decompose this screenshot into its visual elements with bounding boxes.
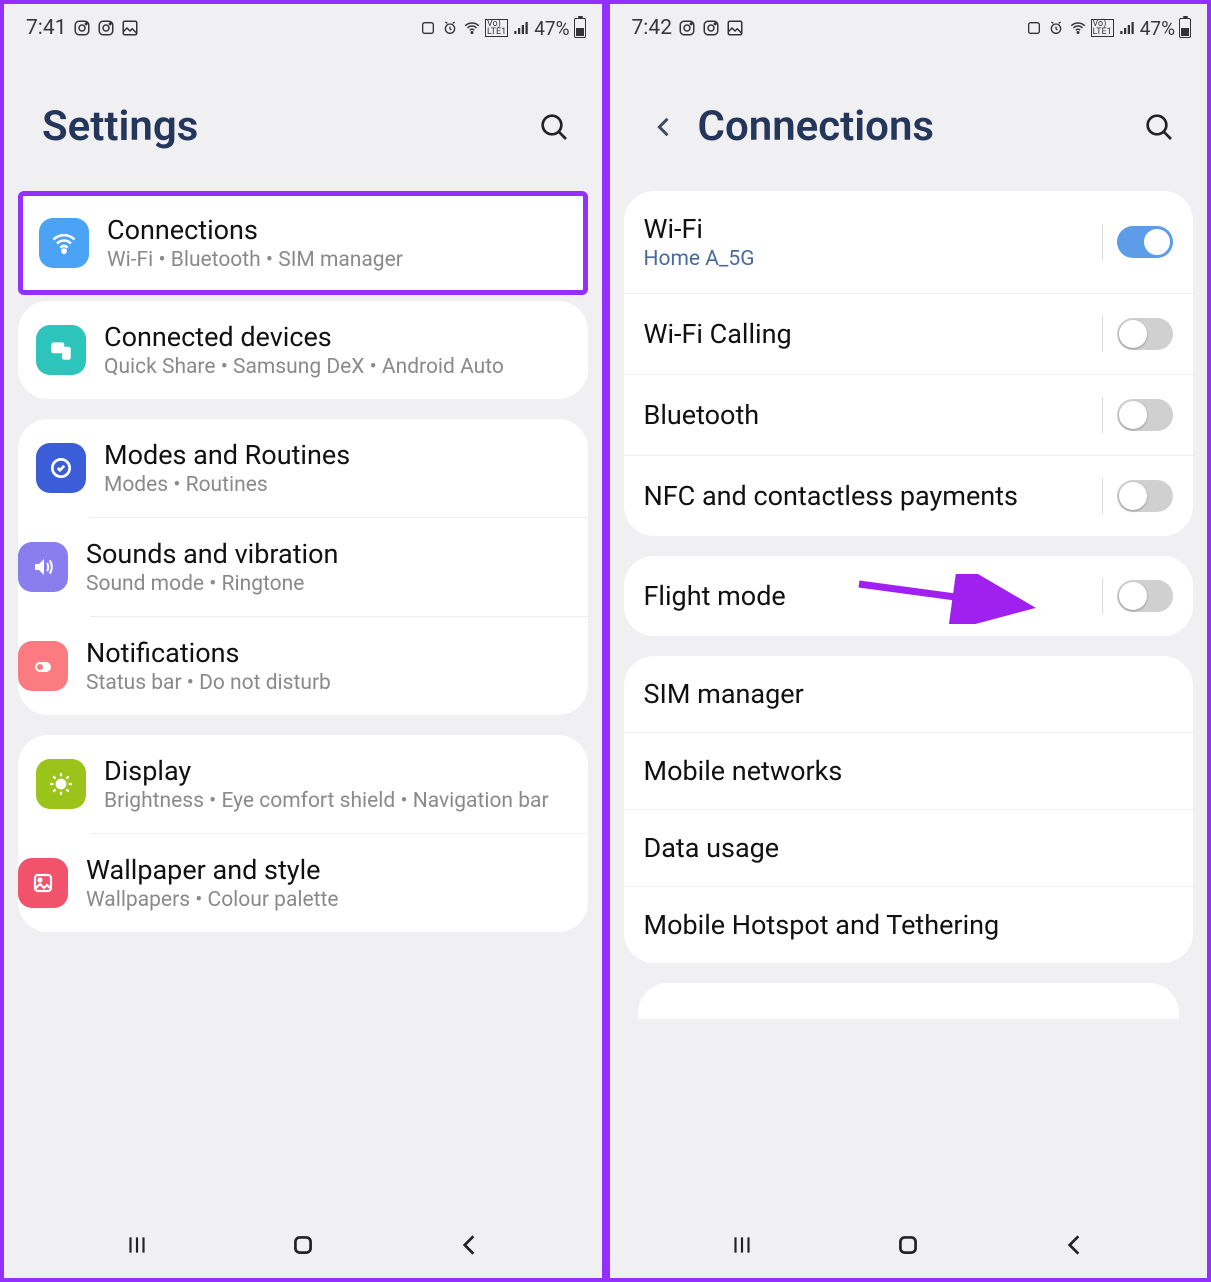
settings-item-notifications[interactable]: Notifications Status bar • Do not distur… — [90, 616, 588, 715]
alarm-icon — [1047, 19, 1065, 37]
signal-icon — [512, 19, 530, 37]
settings-item-modes[interactable]: Modes and Routines Modes • Routines — [18, 419, 588, 517]
conn-item-nfc[interactable]: NFC and contactless payments — [624, 455, 1194, 536]
page-title: Connections — [698, 102, 935, 151]
sound-icon — [18, 542, 68, 592]
conn-item-data-usage[interactable]: Data usage — [624, 809, 1194, 886]
flight-mode-toggle[interactable] — [1117, 580, 1173, 612]
settings-item-wallpaper[interactable]: Wallpaper and style Wallpapers • Colour … — [90, 833, 588, 932]
settings-item-connections[interactable]: Connections Wi-Fi • Bluetooth • SIM mana… — [18, 191, 588, 295]
connections-header: Connections — [610, 52, 1208, 191]
back-button[interactable] — [648, 111, 680, 143]
wifi-status-icon — [1069, 19, 1087, 37]
instagram-icon — [73, 19, 91, 37]
recents-button[interactable] — [118, 1226, 156, 1264]
battery-pct: 47% — [1140, 17, 1175, 40]
home-button[interactable] — [284, 1226, 322, 1264]
instagram-icon — [678, 19, 696, 37]
conn-item-sim[interactable]: SIM manager — [624, 656, 1194, 732]
phone-settings: 7:41 Vo)LTE1 47% Settings — [0, 0, 606, 1282]
image-icon — [726, 19, 744, 37]
devices-icon — [36, 325, 86, 375]
next-card-peek — [638, 983, 1180, 1019]
conn-item-hotspot[interactable]: Mobile Hotspot and Tethering — [624, 886, 1194, 963]
settings-item-sub: Wi-Fi • Bluetooth • SIM manager — [107, 248, 567, 272]
instagram-icon — [702, 19, 720, 37]
battery-icon — [574, 18, 586, 38]
display-icon — [36, 759, 86, 809]
conn-item-mobile-networks[interactable]: Mobile networks — [624, 732, 1194, 809]
wifi-toggle[interactable] — [1117, 226, 1173, 258]
nav-bar — [610, 1218, 1208, 1278]
settings-item-title: Connections — [107, 214, 567, 246]
back-button[interactable] — [1055, 1226, 1093, 1264]
wifi-status-icon — [463, 19, 481, 37]
conn-item-wifi-calling[interactable]: Wi-Fi Calling — [624, 293, 1194, 374]
battery-icon — [1179, 18, 1191, 38]
settings-item-display[interactable]: Display Brightness • Eye comfort shield … — [18, 735, 588, 833]
conn-item-bluetooth[interactable]: Bluetooth — [624, 374, 1194, 455]
connections-list: Wi-Fi Home A_5G Wi-Fi Calling Bluetooth … — [610, 191, 1208, 1218]
nfc-toggle[interactable] — [1117, 480, 1173, 512]
status-bar: 7:41 Vo)LTE1 47% — [4, 4, 602, 52]
routines-icon — [36, 443, 86, 493]
volte-icon: Vo)LTE1 — [1091, 19, 1114, 37]
wifi-calling-toggle[interactable] — [1117, 318, 1173, 350]
settings-list: Connections Wi-Fi • Bluetooth • SIM mana… — [4, 191, 602, 1218]
settings-item-connected-devices[interactable]: Connected devices Quick Share • Samsung … — [18, 301, 588, 399]
battery-pct: 47% — [534, 17, 569, 40]
phone-connections: 7:42 Vo)LTE1 47% Connections — [606, 0, 1211, 1282]
notifications-icon — [18, 641, 68, 691]
home-button[interactable] — [889, 1226, 927, 1264]
wallpaper-icon — [18, 858, 68, 908]
bluetooth-toggle[interactable] — [1117, 399, 1173, 431]
nfc-icon — [1025, 19, 1043, 37]
status-bar: 7:42 Vo)LTE1 47% — [610, 4, 1208, 52]
instagram-icon — [97, 19, 115, 37]
conn-item-flight-mode[interactable]: Flight mode — [624, 556, 1194, 636]
nav-bar — [4, 1218, 602, 1278]
wifi-icon — [39, 218, 89, 268]
settings-item-sounds[interactable]: Sounds and vibration Sound mode • Ringto… — [90, 517, 588, 616]
signal-icon — [1118, 19, 1136, 37]
nfc-icon — [419, 19, 437, 37]
status-time: 7:41 — [26, 16, 67, 40]
alarm-icon — [441, 19, 459, 37]
search-button[interactable] — [534, 107, 574, 147]
search-button[interactable] — [1139, 107, 1179, 147]
recents-button[interactable] — [723, 1226, 761, 1264]
page-title: Settings — [42, 102, 198, 151]
conn-item-wifi[interactable]: Wi-Fi Home A_5G — [624, 191, 1194, 293]
image-icon — [121, 19, 139, 37]
settings-header: Settings — [4, 52, 602, 191]
volte-icon: Vo)LTE1 — [485, 19, 508, 37]
status-time: 7:42 — [632, 16, 673, 40]
back-button[interactable] — [450, 1226, 488, 1264]
